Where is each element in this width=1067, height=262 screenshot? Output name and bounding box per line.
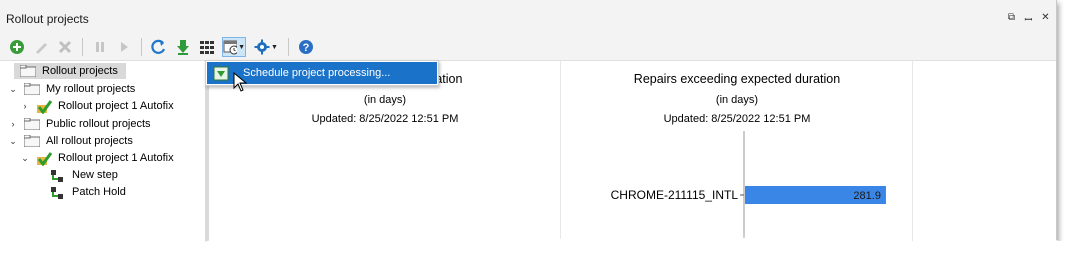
toolbar-separator — [288, 38, 289, 56]
chevron-down-icon[interactable]: ⌄ — [8, 84, 18, 95]
title-bar: Rollout projects ⧉ ꟷ ✕ — [0, 0, 1056, 35]
edit-button[interactable] — [32, 38, 50, 56]
tree-item-new-step[interactable]: New step — [50, 167, 118, 183]
tree-item-patch-hold[interactable]: Patch Hold — [50, 184, 126, 200]
mouse-cursor-icon — [233, 72, 247, 92]
chevron-down-icon: ▼ — [271, 43, 278, 51]
folder-icon — [20, 65, 36, 77]
chevron-right-icon[interactable]: › — [20, 101, 30, 111]
chevron-down-icon[interactable]: ⌄ — [20, 153, 30, 164]
add-button[interactable] — [8, 38, 26, 56]
pause-button[interactable] — [91, 38, 109, 56]
download-button[interactable] — [174, 38, 192, 56]
tree-item-my-rollout-projects[interactable]: ⌄ My rollout projects — [8, 81, 135, 97]
play-button[interactable] — [115, 38, 133, 56]
edit-icon — [36, 43, 47, 54]
settings-dropdown-button[interactable]: ▼ — [252, 38, 280, 56]
delete-icon — [58, 40, 72, 54]
gear-icon — [254, 39, 270, 55]
chevron-down-icon: ▼ — [238, 43, 245, 51]
chart-subtitle: (in days) — [715, 94, 759, 106]
tree-item-all-rollout-projects[interactable]: ⌄ All rollout projects — [8, 133, 133, 149]
delete-button[interactable] — [56, 38, 74, 56]
tree-item-label: Patch Hold — [72, 186, 126, 198]
window-title: Rollout projects — [6, 12, 89, 26]
tree-item-label: Rollout projects — [42, 65, 118, 77]
tree-item-label: My rollout projects — [46, 83, 136, 95]
tree-item-label: Rollout project 1 Autofix — [58, 152, 174, 164]
left-chart-panel: xpected duration (in days) Updated: 8/25… — [210, 61, 561, 250]
tree-item-public-rollout-projects[interactable]: › Public rollout projects — [8, 116, 151, 132]
float-icon[interactable]: ⧉ — [1007, 12, 1016, 26]
tree-item-rollout-projects[interactable]: Rollout projects — [14, 63, 126, 79]
toolbar: ▼ ▼ ? — [0, 34, 1056, 61]
project-check-icon — [36, 152, 52, 166]
menu-item-label: Schedule project processing... — [243, 67, 391, 79]
folder-icon — [24, 118, 40, 130]
chart-updated: Updated: 8/25/2022 12:51 PM — [663, 113, 811, 125]
rollout-projects-window: Rollout projects ⧉ ꟷ ✕ ▼ ▼ ? Rollout pro… — [0, 0, 1057, 250]
grid-button[interactable] — [198, 38, 216, 56]
play-icon — [121, 42, 128, 52]
close-icon[interactable]: ✕ — [1041, 12, 1050, 26]
project-tree: Rollout projects ⌄ My rollout projects ›… — [0, 61, 209, 250]
pause-icon — [96, 42, 104, 52]
right-chart-panel: Repairs exceeding expected duration (in … — [562, 61, 913, 250]
folder-icon — [24, 83, 40, 95]
refresh-icon — [151, 39, 166, 54]
svg-text:?: ? — [303, 42, 310, 54]
grid-icon — [200, 41, 214, 54]
help-icon: ? — [299, 40, 313, 54]
add-icon — [10, 40, 24, 54]
help-button[interactable]: ? — [297, 38, 315, 56]
window-controls: ⧉ ꟷ ✕ — [1007, 12, 1050, 26]
tree-item-label: New step — [72, 169, 118, 181]
tree-item-label: Public rollout projects — [46, 118, 151, 130]
tree-item-label: Rollout project 1 Autofix — [58, 100, 174, 112]
dashboard-content: xpected duration (in days) Updated: 8/25… — [210, 61, 1056, 250]
chevron-right-icon[interactable]: › — [8, 119, 18, 129]
refresh-button[interactable] — [150, 38, 168, 56]
toolbar-separator — [82, 38, 83, 56]
schedule-icon — [223, 40, 238, 55]
schedule-processing-icon — [213, 66, 229, 81]
tree-item-my-rollout-project-1[interactable]: › Rollout project 1 Autofix — [20, 98, 174, 114]
tree-item-label: All rollout projects — [46, 135, 133, 147]
chevron-down-icon[interactable]: ⌄ — [8, 136, 18, 147]
step-icon — [50, 186, 66, 199]
pin-icon[interactable]: ꟷ — [1024, 12, 1033, 26]
data-label: 281.9 — [853, 190, 881, 202]
project-check-icon — [36, 100, 52, 114]
schedule-dropdown-button[interactable]: ▼ — [222, 37, 246, 57]
tree-item-all-rollout-project-1[interactable]: ⌄ Rollout project 1 Autofix — [20, 150, 174, 166]
chart-title: Repairs exceeding expected duration — [633, 72, 841, 86]
chart-updated: Updated: 8/25/2022 12:51 PM — [311, 113, 459, 125]
folder-icon — [24, 135, 40, 147]
torn-edge — [0, 235, 1067, 262]
category-label: CHROME-211115_INTL — [611, 188, 739, 202]
chart-subtitle: (in days) — [363, 94, 407, 106]
download-icon — [177, 40, 189, 55]
toolbar-separator — [141, 38, 142, 56]
step-icon — [50, 169, 66, 182]
